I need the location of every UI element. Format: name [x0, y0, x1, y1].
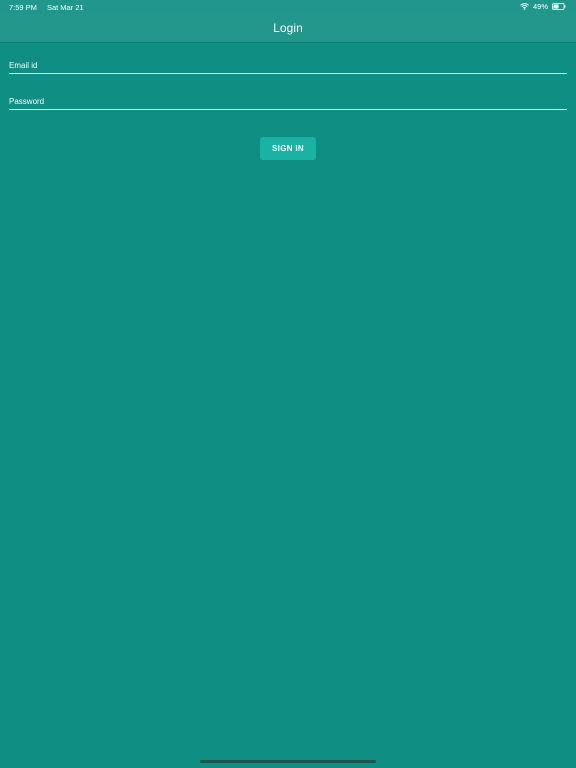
email-field-container	[9, 55, 567, 75]
status-right: 49%	[520, 2, 566, 11]
navigation-bar: Login	[0, 14, 576, 42]
page-title: Login	[273, 21, 303, 35]
status-time: 7:59 PM	[9, 3, 37, 12]
battery-icon	[552, 3, 566, 10]
battery-percent: 49%	[532, 2, 548, 11]
status-date: Sat Mar 21	[46, 3, 84, 12]
sign-in-button[interactable]: SIGN IN	[260, 137, 316, 160]
home-indicator	[200, 760, 376, 763]
status-left: 7:59 PM Sat Mar 21	[9, 3, 84, 12]
wifi-icon	[520, 3, 529, 10]
password-field-container	[9, 91, 567, 111]
password-field[interactable]	[9, 93, 567, 111]
email-field[interactable]	[9, 57, 567, 75]
status-bar: 7:59 PM Sat Mar 21 49%	[0, 0, 576, 14]
